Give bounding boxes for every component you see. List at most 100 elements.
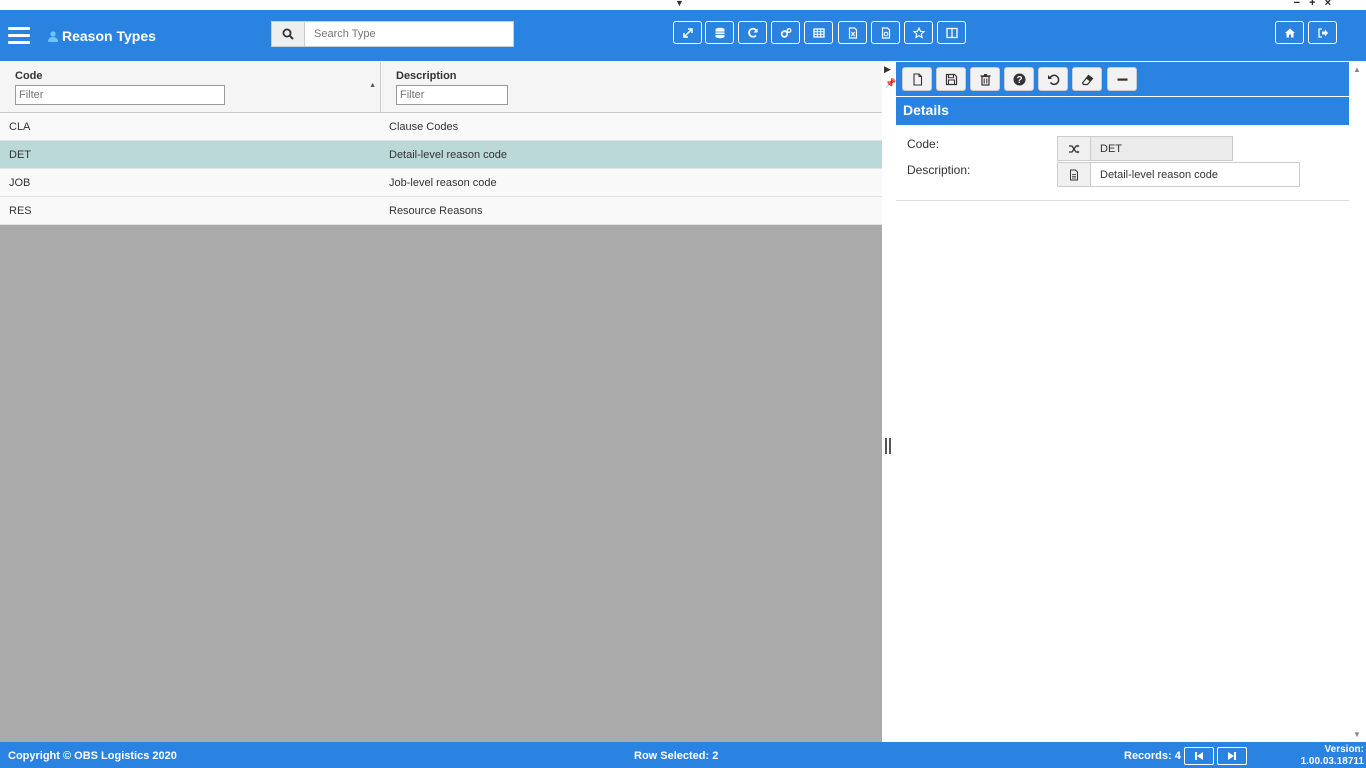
cell-description: Detail-level reason code — [389, 149, 508, 161]
settings-cogs-icon — [780, 27, 791, 38]
new-record-button[interactable] — [902, 67, 932, 91]
save-icon — [945, 73, 957, 85]
home-icon — [1284, 28, 1295, 37]
search-input[interactable] — [306, 22, 512, 46]
table-row[interactable]: RES Resource Reasons — [0, 197, 882, 225]
logout-button[interactable] — [1308, 21, 1337, 44]
page-title-text: Reason Types — [62, 28, 156, 44]
document-icon — [1058, 163, 1091, 186]
columns-icon — [945, 27, 958, 38]
help-icon: ? — [1013, 73, 1025, 86]
window-controls[interactable]: − + × — [1294, 0, 1334, 9]
minimize-panel-button[interactable] — [1107, 67, 1137, 91]
export-pdf-icon — [881, 26, 890, 39]
export-excel-icon — [848, 26, 857, 39]
code-value: DET — [1100, 143, 1122, 155]
hamburger-menu-icon[interactable] — [8, 27, 30, 45]
export-excel-button[interactable] — [838, 21, 867, 44]
home-button[interactable] — [1275, 21, 1304, 44]
row-selected-status: Row Selected: 2 — [634, 750, 719, 762]
first-record-icon — [1195, 752, 1203, 760]
refresh-icon — [747, 27, 758, 38]
favorite-star-icon — [912, 26, 925, 39]
collapse-arrow-icon[interactable]: ▼ — [675, 0, 684, 8]
minus-icon — [1117, 78, 1127, 81]
cell-description: Job-level reason code — [389, 177, 497, 189]
column-header-description[interactable]: Description — [381, 62, 882, 113]
grid-header: Code ▲ Description — [0, 62, 882, 113]
cell-code: DET — [9, 149, 31, 161]
save-button[interactable] — [936, 67, 966, 91]
delete-button[interactable] — [970, 67, 1000, 91]
expand-icon — [682, 27, 693, 38]
clear-button[interactable] — [1072, 67, 1102, 91]
status-footer: Copyright © OBS Logistics 2020 Row Selec… — [0, 742, 1366, 768]
cell-description: Resource Reasons — [389, 205, 483, 217]
version-info: Version: 1.00.03.18711 — [1294, 744, 1364, 768]
shuffle-icon — [1058, 137, 1091, 160]
code-filter-input[interactable] — [15, 85, 225, 105]
cell-code: CLA — [9, 121, 31, 133]
description-value: Detail-level reason code — [1100, 169, 1219, 181]
expand-button[interactable] — [673, 21, 702, 44]
cell-description: Clause Codes — [389, 121, 459, 133]
first-record-button[interactable] — [1184, 747, 1214, 765]
search-button[interactable] — [272, 22, 305, 46]
code-field[interactable]: DET — [1057, 136, 1233, 161]
columns-button[interactable] — [937, 21, 966, 44]
table-icon — [812, 27, 825, 38]
page-title: Reason Types — [48, 28, 156, 44]
favorite-button[interactable] — [904, 21, 933, 44]
eraser-icon — [1081, 74, 1093, 85]
copyright-text: Copyright © OBS Logistics 2020 — [8, 750, 177, 762]
delete-icon — [980, 73, 990, 86]
column-label-code: Code — [15, 70, 43, 82]
scroll-up-arrow-icon[interactable]: ▲ — [1353, 65, 1361, 74]
user-icon — [48, 31, 58, 42]
pin-icon[interactable]: 📌 — [885, 78, 896, 89]
detail-panel: ? Details Code: DET Description: Detail-… — [896, 62, 1349, 742]
description-label: Description: — [907, 163, 971, 177]
scroll-down-arrow-icon[interactable]: ▼ — [1353, 730, 1361, 739]
undo-icon — [1047, 74, 1059, 85]
search-box — [271, 21, 514, 47]
splitter-grip-handle[interactable] — [885, 438, 891, 454]
last-record-button[interactable] — [1217, 747, 1247, 765]
reason-types-grid: Code ▲ Description CLA Clause Codes DET … — [0, 62, 882, 742]
table-button[interactable] — [804, 21, 833, 44]
help-button[interactable]: ? — [1004, 67, 1034, 91]
database-icon — [715, 27, 724, 38]
cell-code: RES — [9, 205, 32, 217]
undo-button[interactable] — [1038, 67, 1068, 91]
description-filter-input[interactable] — [396, 85, 508, 105]
last-record-icon — [1228, 752, 1236, 760]
panel-splitter[interactable]: ▶ 📌 — [882, 62, 896, 742]
column-label-description: Description — [396, 70, 457, 82]
cell-code: JOB — [9, 177, 31, 189]
grid-rows: CLA Clause Codes DET Detail-level reason… — [0, 113, 882, 225]
app-header: Reason Types — [0, 10, 1366, 61]
window-top-strip: ▼ − + × — [0, 0, 1366, 10]
detail-toolbar: ? — [896, 62, 1349, 96]
records-count: Records: 4 — [1124, 750, 1181, 762]
detail-scrollbar[interactable]: ▲ ▼ — [1349, 62, 1366, 742]
table-row[interactable]: CLA Clause Codes — [0, 113, 882, 141]
search-icon — [282, 28, 294, 40]
description-field[interactable]: Detail-level reason code — [1057, 162, 1300, 187]
table-row[interactable]: JOB Job-level reason code — [0, 169, 882, 197]
settings-button[interactable] — [771, 21, 800, 44]
table-row-selected[interactable]: DET Detail-level reason code — [0, 141, 882, 169]
collapse-panel-arrow-icon[interactable]: ▶ — [884, 64, 891, 75]
database-button[interactable] — [705, 21, 734, 44]
svg-text:?: ? — [1016, 75, 1022, 86]
refresh-button[interactable] — [738, 21, 767, 44]
version-label: Version: — [1324, 744, 1364, 755]
export-pdf-button[interactable] — [871, 21, 900, 44]
details-heading: Details — [896, 97, 1349, 125]
logout-icon — [1317, 27, 1328, 38]
new-document-icon — [912, 72, 922, 86]
column-header-code[interactable]: Code ▲ — [0, 62, 381, 113]
details-form: Code: DET Description: Detail-level reas… — [896, 125, 1349, 201]
sort-ascending-icon[interactable]: ▲ — [369, 82, 376, 89]
code-label: Code: — [907, 137, 940, 151]
